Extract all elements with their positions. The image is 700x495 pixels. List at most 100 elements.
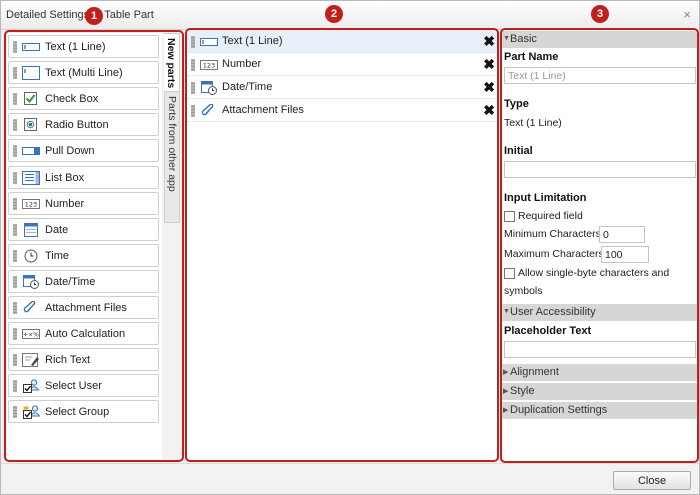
palette-item[interactable]: Time bbox=[8, 243, 159, 267]
section-duplication-settings-title: Duplication Settings bbox=[510, 404, 608, 416]
drag-handle-icon[interactable] bbox=[13, 67, 17, 80]
palette-item-label: Select Group bbox=[45, 406, 110, 419]
maximum-characters-input[interactable] bbox=[601, 246, 649, 263]
required-field-checkbox[interactable] bbox=[504, 211, 515, 222]
panel-2-badge: 2 bbox=[325, 5, 343, 23]
datetime-icon bbox=[22, 274, 40, 289]
form-row-label: Text (1 Line) bbox=[222, 35, 283, 47]
drag-handle-icon[interactable] bbox=[13, 275, 17, 288]
panel-3-badge: 3 bbox=[591, 5, 609, 23]
number-icon: 123 bbox=[22, 197, 40, 211]
palette-item[interactable]: Attachment Files bbox=[8, 296, 159, 319]
type-value: Text (1 Line) bbox=[504, 117, 562, 129]
palette-item[interactable]: Radio Button bbox=[8, 113, 159, 137]
section-user-accessibility-header[interactable]: ▼ User Accessibility bbox=[502, 304, 698, 321]
palette-item[interactable]: Date/Time bbox=[8, 269, 159, 293]
form-layout-canvas: Text (1 Line) ✖ 123 Number ✖ Date/Time ✖ Attach… bbox=[187, 31, 497, 460]
caret-right-icon: ▶ bbox=[503, 369, 509, 376]
drag-handle-icon[interactable] bbox=[13, 249, 17, 262]
placeholder-text-input[interactable] bbox=[504, 341, 696, 358]
detailed-settings-dialog: Detailed Settings of Table Part × Text (… bbox=[0, 0, 700, 495]
drag-handle-icon[interactable] bbox=[13, 119, 17, 132]
section-basic-header[interactable]: ▼ Basic bbox=[502, 31, 698, 48]
section-style-header[interactable]: ▶ Style bbox=[502, 383, 698, 400]
palette-item[interactable]: Pull Down bbox=[8, 139, 159, 163]
palette-item[interactable]: 123 Number bbox=[8, 191, 159, 215]
properties-panel: ▼ Basic Part Name Type Text (1 Line) Ini… bbox=[502, 31, 698, 461]
select-group-icon bbox=[22, 405, 41, 420]
palette-item[interactable]: Text (Multi Line) bbox=[8, 61, 159, 85]
form-row-label: Number bbox=[222, 58, 262, 70]
palette-item[interactable]: Rich Text bbox=[8, 348, 159, 372]
paperclip-icon bbox=[22, 300, 40, 315]
drag-handle-icon[interactable] bbox=[191, 82, 195, 94]
form-row-label: Attachment Files bbox=[222, 104, 304, 116]
form-row[interactable]: Text (1 Line) ✖ bbox=[187, 31, 497, 53]
palette-item-label: List Box bbox=[45, 171, 85, 184]
drag-handle-icon[interactable] bbox=[191, 59, 195, 71]
input-limitation-label: Input Limitation bbox=[504, 192, 587, 204]
drag-handle-icon[interactable] bbox=[13, 223, 17, 236]
palette-item-label: Date bbox=[45, 223, 69, 236]
delete-icon[interactable]: ✖ bbox=[483, 56, 495, 72]
drag-handle-icon[interactable] bbox=[13, 302, 17, 314]
radio-button-icon bbox=[22, 118, 40, 132]
form-row[interactable]: Attachment Files ✖ bbox=[187, 100, 497, 122]
palette-item[interactable]: List Box bbox=[8, 165, 159, 189]
single-byte-checkbox[interactable] bbox=[504, 268, 515, 279]
part-name-input[interactable] bbox=[504, 67, 696, 84]
palette-item[interactable]: Date bbox=[8, 217, 159, 241]
svg-text:+×%: +×% bbox=[23, 332, 39, 339]
section-duplication-settings-header[interactable]: ▶ Duplication Settings bbox=[502, 402, 698, 419]
palette-item-label: Attachment Files bbox=[45, 302, 127, 314]
drag-handle-icon[interactable] bbox=[13, 197, 17, 210]
paperclip-icon bbox=[200, 103, 218, 118]
single-byte-label-cont: symbols bbox=[504, 285, 543, 297]
listbox-icon bbox=[22, 170, 40, 185]
minimum-characters-input[interactable] bbox=[599, 226, 645, 243]
caret-down-icon: ▼ bbox=[503, 308, 510, 315]
drag-handle-icon[interactable] bbox=[191, 105, 195, 117]
palette-item[interactable]: Check Box bbox=[8, 87, 159, 111]
drag-handle-icon[interactable] bbox=[13, 171, 17, 184]
richtext-icon bbox=[22, 353, 40, 368]
drag-handle-icon[interactable] bbox=[13, 41, 17, 53]
form-row[interactable]: 123 Number ✖ bbox=[187, 54, 497, 76]
palette-item[interactable]: Select User bbox=[8, 374, 159, 398]
palette-item[interactable]: Select Group bbox=[8, 400, 159, 424]
section-alignment-header[interactable]: ▶ Alignment bbox=[502, 364, 698, 381]
svg-text:123: 123 bbox=[203, 62, 215, 70]
palette-item[interactable]: +×% Auto Calculation bbox=[8, 322, 159, 346]
section-user-accessibility-title: User Accessibility bbox=[510, 306, 596, 318]
close-button[interactable]: Close bbox=[613, 471, 691, 490]
initial-label: Initial bbox=[504, 145, 533, 157]
calendar-icon bbox=[22, 222, 40, 237]
form-row[interactable]: Date/Time ✖ bbox=[187, 77, 497, 99]
palette-item-label: Select User bbox=[45, 380, 102, 393]
drag-handle-icon[interactable] bbox=[13, 145, 17, 158]
tab-parts-from-other-app[interactable]: Parts from other app bbox=[164, 91, 180, 223]
drag-handle-icon[interactable] bbox=[13, 380, 17, 393]
drag-handle-icon[interactable] bbox=[13, 328, 17, 341]
single-byte-label: Allow single-byte characters and bbox=[518, 267, 670, 279]
drag-handle-icon[interactable] bbox=[13, 406, 17, 419]
palette-item[interactable]: Text (1 Line) bbox=[8, 35, 159, 58]
panel-1-badge: 1 bbox=[85, 7, 103, 25]
section-alignment-title: Alignment bbox=[510, 366, 559, 378]
palette-item-label: Time bbox=[45, 249, 70, 262]
delete-icon[interactable]: ✖ bbox=[483, 79, 495, 95]
drag-handle-icon[interactable] bbox=[13, 93, 17, 106]
parts-palette: Text (1 Line) Text (Multi Line) Check Box R… bbox=[7, 33, 162, 459]
datetime-icon bbox=[200, 81, 218, 95]
close-icon[interactable]: × bbox=[683, 8, 691, 21]
drag-handle-icon[interactable] bbox=[191, 36, 195, 48]
drag-handle-icon[interactable] bbox=[13, 354, 17, 367]
text-multiline-icon bbox=[22, 66, 40, 81]
maximum-characters-label: Maximum Characters bbox=[504, 248, 604, 260]
initial-input[interactable] bbox=[504, 161, 696, 178]
palette-item-label: Date/Time bbox=[45, 275, 96, 288]
delete-icon[interactable]: ✖ bbox=[483, 102, 495, 118]
palette-item-label: Number bbox=[45, 197, 85, 210]
delete-icon[interactable]: ✖ bbox=[483, 33, 495, 49]
tab-new-parts-label: New parts bbox=[165, 38, 177, 89]
